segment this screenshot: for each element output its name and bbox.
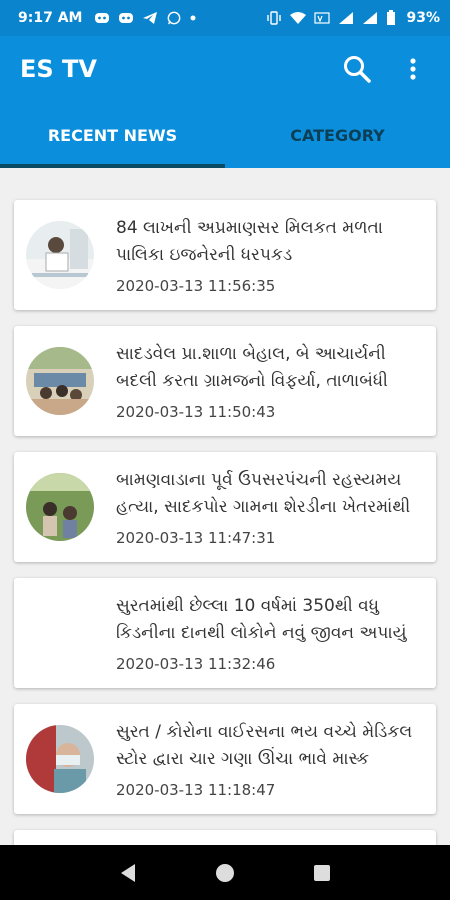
news-card-partial[interactable] <box>14 830 436 845</box>
wifi-icon <box>290 12 307 24</box>
whatsapp-icon <box>168 11 181 25</box>
more-vert-icon <box>410 58 416 80</box>
back-icon <box>121 863 136 882</box>
search-button[interactable] <box>340 52 374 86</box>
tab-category[interactable]: CATEGORY <box>225 102 450 168</box>
overflow-menu-button[interactable] <box>396 52 430 86</box>
back-button[interactable] <box>117 862 139 884</box>
status-bar: 9:17 AM 93% <box>0 0 450 36</box>
app-title: ES TV <box>20 55 97 83</box>
search-icon <box>344 56 371 83</box>
app-actions <box>340 52 430 86</box>
news-thumbnail <box>26 473 94 541</box>
home-button[interactable] <box>214 862 236 884</box>
news-date: 2020-03-13 11:50:43 <box>116 403 276 421</box>
discord-icon <box>119 13 134 23</box>
app-bar: ES TV <box>0 36 450 102</box>
home-icon <box>215 863 234 882</box>
tab-label: RECENT NEWS <box>47 125 178 145</box>
news-thumbnail-empty <box>26 599 94 667</box>
notification-icons <box>94 11 196 25</box>
news-card[interactable]: સાદડવેલ પ્રા.શાળા બેહાલ, બે આચાર્યની બદલ… <box>14 326 436 436</box>
news-thumbnail <box>26 347 94 415</box>
signal-icon <box>339 12 354 24</box>
system-nav-bar <box>0 845 450 900</box>
recents-button[interactable] <box>311 862 333 884</box>
news-title: સુરત / કોરોના વાઈરસના ભય વચ્ચે મેડિકલ સ્… <box>116 722 413 769</box>
news-title: 84 લાખની અપ્રમાણસર મિલકત મળતા પાલિકા ઇજન… <box>116 218 383 265</box>
recents-icon <box>313 864 330 881</box>
tab-label: CATEGORY <box>290 125 385 145</box>
news-title: સાદડવેલ પ્રા.શાળા બેહાલ, બે આચાર્યની બદલ… <box>116 344 388 391</box>
tab-recent-news[interactable]: RECENT NEWS <box>0 102 225 168</box>
volte-icon <box>314 12 331 24</box>
discord-icon <box>95 13 110 23</box>
news-thumbnail <box>26 725 94 793</box>
vibrate-icon <box>267 11 282 25</box>
battery-percent: 93% <box>406 10 440 26</box>
system-icons: 93% <box>266 10 440 26</box>
news-date: 2020-03-13 11:56:35 <box>116 277 276 295</box>
news-card[interactable]: બામણવાડાના પૂર્વ ઉપસરપંચની રહસ્યમય હત્યા… <box>14 452 436 562</box>
news-card[interactable]: સુરત / કોરોના વાઈરસના ભય વચ્ચે મેડિકલ સ્… <box>14 704 436 814</box>
signal-icon-2 <box>363 12 378 24</box>
news-card[interactable]: 84 લાખની અપ્રમાણસર મિલકત મળતા પાલિકા ઇજન… <box>14 200 436 310</box>
news-date: 2020-03-13 11:32:46 <box>116 655 276 673</box>
news-thumbnail <box>26 221 94 289</box>
news-card[interactable]: સુરતમાંથી છેલ્લા 10 વર્ષમાં 350થી વધુ કિ… <box>14 578 436 688</box>
battery-icon <box>387 10 396 25</box>
news-title: બામણવાડાના પૂર્વ ઉપસરપંચની રહસ્યમય હત્યા… <box>116 470 411 517</box>
news-date: 2020-03-13 11:18:47 <box>116 781 276 799</box>
status-time: 9:17 AM <box>18 10 83 26</box>
news-feed[interactable]: 84 લાખની અપ્રમાણસર મિલકત મળતા પાલિકા ઇજન… <box>0 168 450 845</box>
news-date: 2020-03-13 11:47:31 <box>116 529 276 547</box>
tab-bar: RECENT NEWS CATEGORY <box>0 102 450 168</box>
news-title: સુરતમાંથી છેલ્લા 10 વર્ષમાં 350થી વધુ કિ… <box>116 596 407 643</box>
telegram-icon <box>143 12 158 24</box>
dot-icon <box>190 15 196 21</box>
